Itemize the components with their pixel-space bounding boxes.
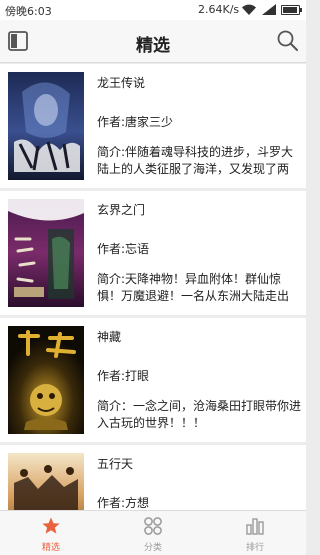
tab-category[interactable]: 分类 xyxy=(102,511,204,555)
tab-ranking-label: 排行 xyxy=(245,543,264,553)
tab-category-label: 分类 xyxy=(143,543,162,553)
star-icon xyxy=(42,517,60,534)
grid-icon xyxy=(144,517,162,535)
tab-ranking[interactable]: 排行 xyxy=(204,511,306,555)
bar-chart-icon xyxy=(246,518,264,535)
book-cover-image xyxy=(8,72,84,180)
book-intro: 简介:伴随着魂导科技的进步，斗罗大陆上的人类征服了海洋，又发现了两片... xyxy=(97,145,294,176)
book-card[interactable]: 五行天 作者:方想 xyxy=(0,445,306,510)
book-author: 作者:唐家三少 xyxy=(97,115,174,129)
status-time: 傍晚6:03 xyxy=(5,5,52,18)
page-title: 精选 xyxy=(136,36,170,56)
tab-featured[interactable]: 精选 xyxy=(0,511,102,555)
status-bar: 傍晚6:03 2.64K/s xyxy=(0,0,306,20)
book-intro: 简介：一念之间，沧海桑田打眼带你进入古玩的世界！！！ xyxy=(97,399,302,430)
book-title[interactable]: 神藏 xyxy=(97,328,121,345)
tab-featured-label: 精选 xyxy=(41,543,60,553)
book-cover-image xyxy=(8,453,84,510)
search-icon[interactable] xyxy=(276,29,299,52)
book-cover-image xyxy=(8,326,84,434)
network-speed: 2.64K/s xyxy=(198,3,240,16)
battery-icon xyxy=(281,5,302,15)
book-author: 作者:打眼 xyxy=(97,369,150,383)
signal-icon xyxy=(262,4,276,15)
book-card[interactable]: 龙王传说 作者:唐家三少 简介:伴随着魂导科技的进步，斗罗大陆上的人类征服了海洋… xyxy=(0,64,306,188)
book-cover-image xyxy=(8,199,84,307)
book-title[interactable]: 五行天 xyxy=(97,455,133,472)
book-card[interactable]: 玄界之门 作者:忘语 简介:天降神物！异血附体！群仙惊惧！万魔退避！一名从东洲大… xyxy=(0,191,306,315)
book-title[interactable]: 龙王传说 xyxy=(97,74,145,91)
book-card[interactable]: 神藏 作者:打眼 简介：一念之间，沧海桑田打眼带你进入古玩的世界！！！ xyxy=(0,318,306,442)
book-author: 作者:方想 xyxy=(97,496,150,510)
book-author: 作者:忘语 xyxy=(97,242,150,256)
bottom-tab-bar: 精选 分类 排行 xyxy=(0,510,306,555)
book-title[interactable]: 玄界之门 xyxy=(97,201,145,218)
book-list[interactable]: 龙王传说 作者:唐家三少 简介:伴随着魂导科技的进步，斗罗大陆上的人类征服了海洋… xyxy=(0,64,306,510)
app-bar: 精选 xyxy=(0,20,306,63)
wifi-icon xyxy=(242,4,256,16)
book-intro: 简介:天降神物！异血附体！群仙惊惧！万魔退避！一名从东洲大陆走出的... xyxy=(97,272,290,303)
